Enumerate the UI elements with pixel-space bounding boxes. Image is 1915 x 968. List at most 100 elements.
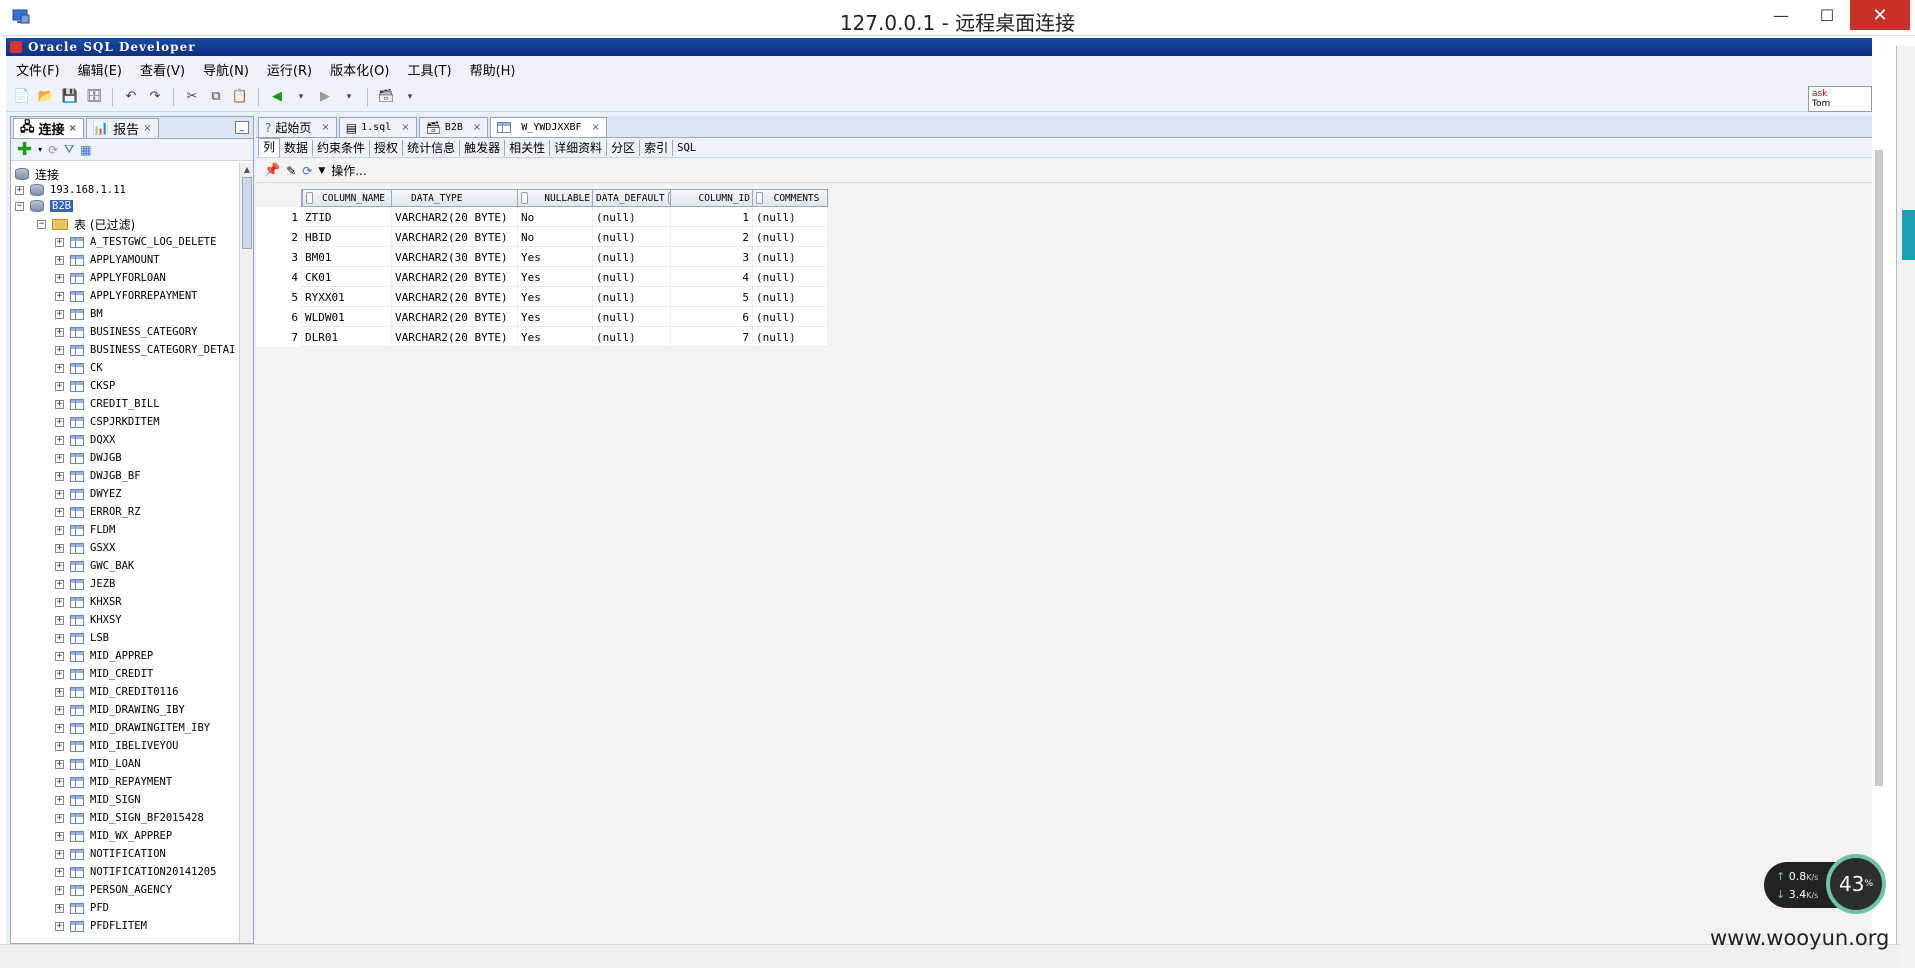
table-row[interactable]: 7 DLR01 VARCHAR2(20 BYTE) Yes (null) 7 (null)	[256, 327, 828, 347]
subtab-triggers[interactable]: 触发器	[460, 139, 506, 156]
expand-icon[interactable]: +	[55, 507, 64, 517]
expand-icon[interactable]: +	[55, 453, 64, 463]
cell-column-id[interactable]: 4	[671, 267, 753, 287]
cell-comments[interactable]: (null)	[753, 267, 828, 287]
cell-column-id[interactable]: 6	[671, 307, 753, 327]
tree-table-item[interactable]: + MID_SIGN	[55, 791, 141, 809]
expand-icon[interactable]: +	[55, 417, 64, 427]
back-icon[interactable]: ◀	[267, 87, 287, 107]
sql-dropdown-icon[interactable]: ▾	[400, 87, 420, 107]
close-tab-icon[interactable]: ×	[143, 123, 151, 134]
paste-icon[interactable]: 📋	[230, 87, 250, 107]
cut-icon[interactable]: ✂	[182, 87, 202, 107]
subtab-data[interactable]: 数据	[280, 139, 314, 156]
expand-icon[interactable]: +	[55, 813, 64, 823]
filter-icon[interactable]: ⛛	[64, 142, 74, 157]
expand-icon[interactable]: +	[55, 651, 64, 661]
scroll-up-icon[interactable]: ▲	[242, 165, 252, 175]
maximize-button[interactable]: ☐	[1804, 0, 1850, 30]
cell-comments[interactable]: (null)	[753, 327, 828, 347]
expand-icon[interactable]: +	[55, 471, 64, 481]
subtab-details[interactable]: 详细资料	[550, 139, 608, 156]
refresh-icon[interactable]: ⟳	[302, 164, 312, 178]
cell-nullable[interactable]: Yes	[518, 307, 593, 327]
expand-icon[interactable]: +	[55, 903, 64, 913]
cell-column-name[interactable]: BM01	[302, 247, 392, 267]
expand-icon[interactable]: +	[55, 723, 64, 733]
menu-view[interactable]: 查看(V)	[140, 60, 185, 79]
tree-scrollbar-thumb[interactable]	[242, 177, 252, 249]
tree-table-item[interactable]: + LSB	[55, 629, 109, 647]
tree-table-item[interactable]: + MID_DRAWINGITEM_IBY	[55, 719, 210, 737]
tree-table-item[interactable]: + MID_REPAYMENT	[55, 773, 172, 791]
subtab-partitions[interactable]: 分区	[607, 139, 641, 156]
tree-scrollbar[interactable]: ▲	[239, 163, 253, 943]
minimize-button[interactable]: —	[1758, 0, 1804, 30]
cell-data-default[interactable]: (null)	[593, 307, 671, 327]
cell-column-id[interactable]: 3	[671, 247, 753, 267]
cell-data-type[interactable]: VARCHAR2(20 BYTE)	[392, 207, 518, 227]
expand-icon[interactable]: +	[55, 705, 64, 715]
cell-column-id[interactable]: 7	[671, 327, 753, 347]
tree-table-item[interactable]: + MID_WX_APPREP	[55, 827, 172, 845]
expand-icon[interactable]: +	[55, 615, 64, 625]
expand-icon[interactable]: +	[55, 399, 64, 409]
cell-column-name[interactable]: DLR01	[302, 327, 392, 347]
close-tab-icon[interactable]: ×	[401, 122, 409, 133]
tree-table-item[interactable]: + CKSP	[55, 377, 115, 395]
subtab-grants[interactable]: 授权	[370, 139, 404, 156]
cell-data-type[interactable]: VARCHAR2(20 BYTE)	[392, 267, 518, 287]
tree-table-item[interactable]: + DWJGB	[55, 449, 122, 467]
table-row[interactable]: 5 RYXX01 VARCHAR2(20 BYTE) Yes (null) 5 (null)	[256, 287, 828, 307]
new-file-icon[interactable]: 📄	[12, 87, 32, 107]
subtab-statistics[interactable]: 统计信息	[403, 139, 461, 156]
open-folder-icon[interactable]: 📂	[36, 87, 56, 107]
redo-icon[interactable]: ↷	[145, 87, 165, 107]
expand-icon[interactable]: +	[55, 525, 64, 535]
tree-table-item[interactable]: + ERROR_RZ	[55, 503, 141, 521]
column-header-column-name[interactable]: COLUMN_NAME	[302, 189, 392, 207]
cell-column-name[interactable]: CK01	[302, 267, 392, 287]
expand-icon[interactable]: +	[55, 759, 64, 769]
tree-table-item[interactable]: + BM	[55, 305, 103, 323]
expand-icon[interactable]: +	[55, 309, 64, 319]
edit-icon[interactable]: ✎	[286, 164, 296, 178]
close-button[interactable]: ✕	[1850, 0, 1910, 30]
expand-icon[interactable]: +	[55, 867, 64, 877]
undo-icon[interactable]: ↶	[121, 87, 141, 107]
expand-icon[interactable]: +	[55, 237, 64, 247]
tree-table-item[interactable]: + PFD	[55, 899, 109, 917]
minimize-panel-button[interactable]: _	[235, 121, 249, 134]
sort-icon[interactable]	[756, 192, 763, 204]
save-icon[interactable]: 💾	[60, 87, 80, 107]
tab-reports[interactable]: 📊 报告 ×	[85, 118, 159, 138]
table-row[interactable]: 3 BM01 VARCHAR2(30 BYTE) Yes (null) 3 (null)	[256, 247, 828, 267]
expand-icon[interactable]: +	[55, 561, 64, 571]
expand-icon[interactable]: +	[55, 579, 64, 589]
menu-run[interactable]: 运行(R)	[267, 60, 312, 79]
expand-icon[interactable]: +	[55, 777, 64, 787]
column-header-comments[interactable]: COMMENTS	[753, 189, 828, 207]
cell-column-id[interactable]: 5	[671, 287, 753, 307]
cell-data-type[interactable]: VARCHAR2(20 BYTE)	[392, 287, 518, 307]
cell-data-default[interactable]: (null)	[593, 267, 671, 287]
forward-icon[interactable]: ▶	[315, 87, 335, 107]
cell-data-type[interactable]: VARCHAR2(30 BYTE)	[392, 247, 518, 267]
horizontal-scrollbar[interactable]	[0, 944, 1900, 968]
tree-table-item[interactable]: + KHXSR	[55, 593, 122, 611]
expand-icon[interactable]: +	[55, 669, 64, 679]
expand-icon[interactable]: +	[15, 185, 24, 195]
copy-icon[interactable]: ⧉	[206, 87, 226, 107]
tree-table-item[interactable]: + APPLYAMOUNT	[55, 251, 160, 269]
collapse-icon[interactable]: −	[37, 219, 46, 229]
tree-table-item[interactable]: + KHXSY	[55, 611, 122, 629]
cell-data-type[interactable]: VARCHAR2(20 BYTE)	[392, 227, 518, 247]
cell-data-default[interactable]: (null)	[593, 227, 671, 247]
cell-column-name[interactable]: RYXX01	[302, 287, 392, 307]
cell-comments[interactable]: (null)	[753, 247, 828, 267]
tree-table-item[interactable]: + NOTIFICATION	[55, 845, 166, 863]
expand-icon[interactable]: +	[55, 633, 64, 643]
add-dropdown-icon[interactable]: ▾	[38, 145, 42, 154]
expand-icon[interactable]: +	[55, 795, 64, 805]
refresh-icon[interactable]: ⟳	[48, 143, 58, 157]
